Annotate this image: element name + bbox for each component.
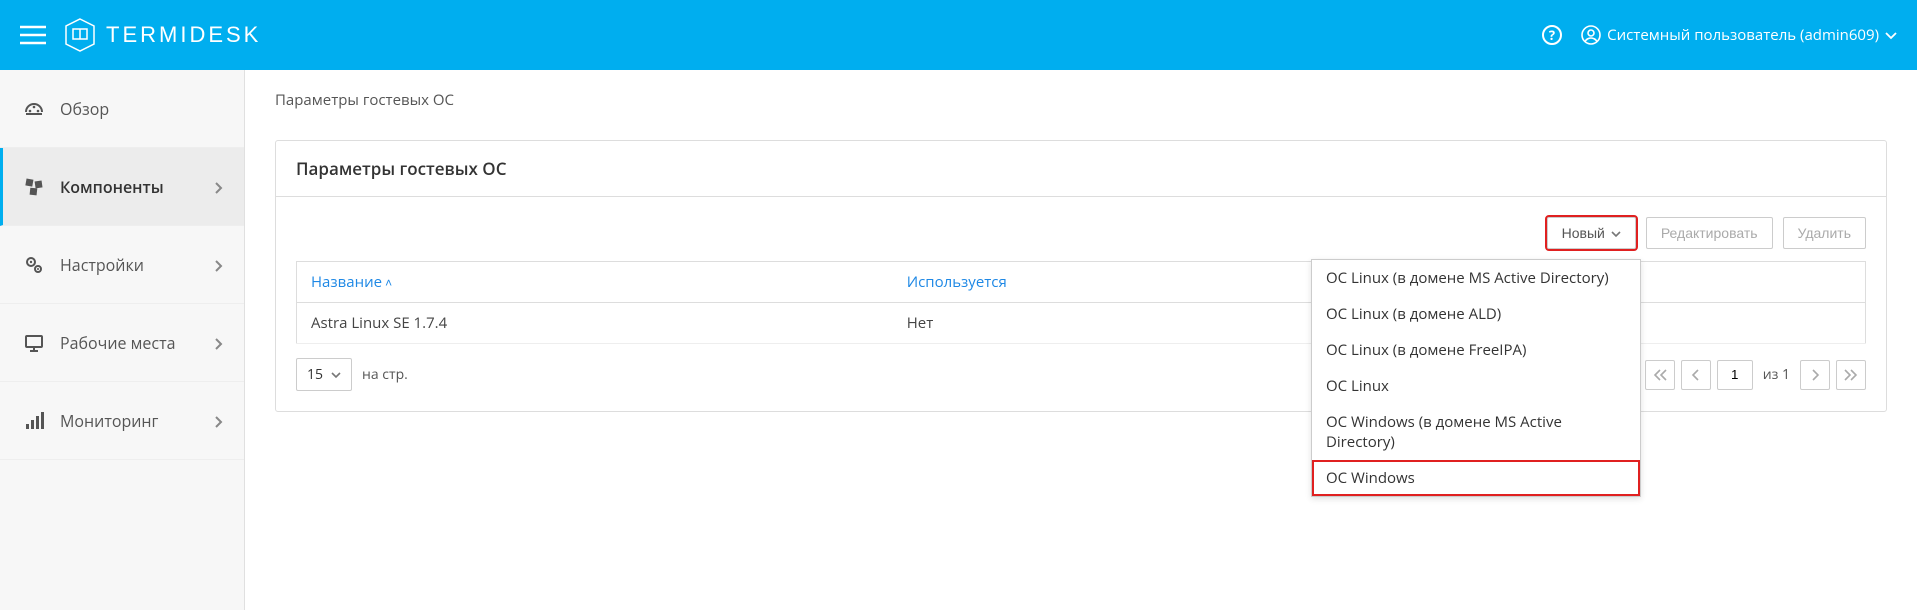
sidebar-item-workplaces[interactable]: Рабочие места bbox=[0, 304, 244, 382]
new-dropdown-menu: ОС Linux (в домене MS Active Directory) … bbox=[1311, 259, 1641, 497]
chevron-down-icon bbox=[331, 365, 341, 384]
chevron-right-icon bbox=[214, 176, 224, 198]
dashboard-icon bbox=[20, 98, 48, 120]
help-button[interactable]: ? bbox=[1541, 24, 1563, 46]
new-button[interactable]: Новый bbox=[1547, 217, 1636, 249]
pager-prev-button[interactable] bbox=[1681, 360, 1711, 390]
sidebar-item-monitoring[interactable]: Мониторинг bbox=[0, 382, 244, 460]
page-size-select[interactable]: 15 bbox=[296, 358, 352, 391]
dropdown-item[interactable]: ОС Windows bbox=[1312, 460, 1640, 496]
toolbar: Новый Редактировать Удалить bbox=[296, 217, 1866, 249]
bars-icon bbox=[20, 410, 48, 432]
sidebar-item-components[interactable]: Компоненты bbox=[0, 148, 244, 226]
pager-last-button[interactable] bbox=[1836, 360, 1866, 390]
brand-text: TERMIDESK bbox=[106, 22, 261, 48]
hamburger-icon bbox=[20, 25, 46, 45]
chevron-down-icon bbox=[1611, 225, 1621, 241]
user-icon bbox=[1581, 25, 1601, 46]
app-header: TERMIDESK ? Системный пользователь (admi… bbox=[0, 0, 1917, 70]
sidebar: Обзор Компоненты Настройки Рабочие ме bbox=[0, 70, 245, 610]
dropdown-item[interactable]: ОС Linux (в домене MS Active Directory) bbox=[1312, 260, 1640, 296]
chevron-right-icon bbox=[214, 410, 224, 432]
panel-title: Параметры гостевых ОС bbox=[276, 141, 1886, 197]
cell-name: Astra Linux SE 1.7.4 bbox=[297, 303, 893, 344]
user-label: Системный пользователь (admin609) bbox=[1607, 25, 1879, 45]
sidebar-item-settings[interactable]: Настройки bbox=[0, 226, 244, 304]
chevron-left-icon bbox=[1691, 369, 1701, 381]
dropdown-item[interactable]: ОС Windows (в домене MS Active Directory… bbox=[1312, 404, 1640, 460]
chevron-right-icon bbox=[214, 332, 224, 354]
chevron-right-icon bbox=[1810, 369, 1820, 381]
brand-logo[interactable]: TERMIDESK bbox=[64, 17, 261, 53]
sidebar-item-label: Компоненты bbox=[60, 176, 164, 198]
menu-toggle-button[interactable] bbox=[20, 25, 46, 45]
pager-next-button[interactable] bbox=[1800, 360, 1830, 390]
guest-os-panel: Параметры гостевых ОС Новый Редактироват… bbox=[275, 140, 1887, 412]
dropdown-item[interactable]: ОС Linux (в домене FreeIPA) bbox=[1312, 332, 1640, 368]
svg-text:?: ? bbox=[1549, 26, 1555, 44]
chevron-down-icon bbox=[1885, 25, 1897, 45]
sidebar-item-overview[interactable]: Обзор bbox=[0, 70, 244, 148]
dropdown-item[interactable]: ОС Linux bbox=[1312, 368, 1640, 404]
main-content: Параметры гостевых ОС Параметры гостевых… bbox=[245, 70, 1917, 610]
sidebar-item-label: Мониторинг bbox=[60, 410, 158, 432]
help-icon: ? bbox=[1541, 24, 1563, 46]
new-button-label: Новый bbox=[1562, 225, 1605, 241]
monitor-icon bbox=[20, 332, 48, 354]
pager-of-label: из 1 bbox=[1763, 365, 1790, 384]
column-header-name[interactable]: Название bbox=[297, 262, 893, 303]
edit-button[interactable]: Редактировать bbox=[1646, 217, 1773, 249]
logo-icon bbox=[64, 17, 96, 53]
pager-current-input[interactable] bbox=[1717, 360, 1753, 390]
double-chevron-right-icon bbox=[1844, 369, 1858, 381]
components-icon bbox=[20, 176, 48, 198]
chevron-right-icon bbox=[214, 254, 224, 276]
breadcrumb: Параметры гостевых ОС bbox=[275, 90, 1887, 110]
sidebar-item-label: Настройки bbox=[60, 254, 144, 276]
dropdown-item[interactable]: ОС Linux (в домене ALD) bbox=[1312, 296, 1640, 332]
double-chevron-left-icon bbox=[1653, 369, 1667, 381]
gears-icon bbox=[20, 254, 48, 276]
delete-button[interactable]: Удалить bbox=[1783, 217, 1866, 249]
sidebar-item-label: Обзор bbox=[60, 98, 109, 120]
sidebar-item-label: Рабочие места bbox=[60, 332, 175, 354]
page-size-value: 15 bbox=[307, 365, 323, 384]
pager-first-button[interactable] bbox=[1645, 360, 1675, 390]
user-menu[interactable]: Системный пользователь (admin609) bbox=[1581, 25, 1897, 46]
page-size-label: на стр. bbox=[362, 365, 408, 384]
pager: из 1 bbox=[1645, 360, 1866, 390]
